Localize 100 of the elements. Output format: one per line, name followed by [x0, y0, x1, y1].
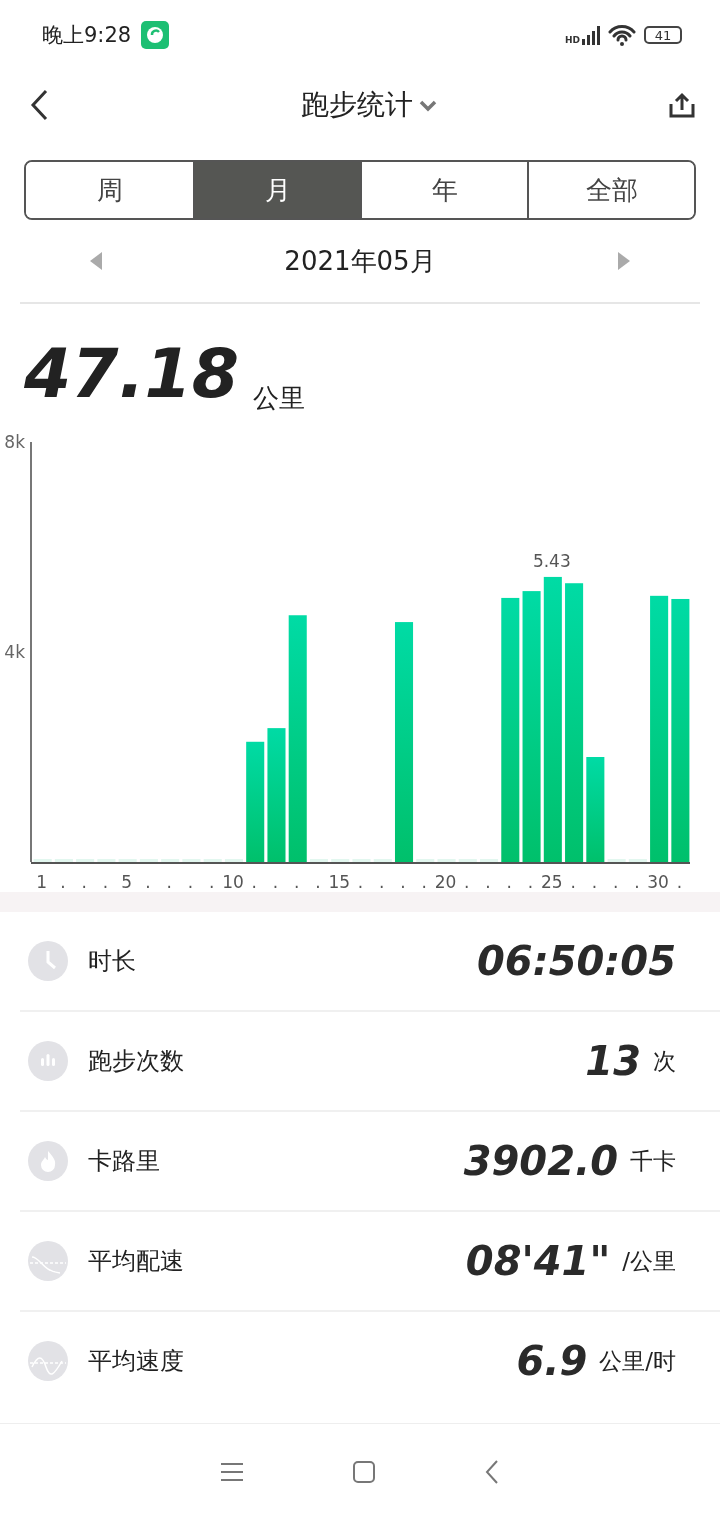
month-label: 2021年05月 — [284, 244, 436, 278]
status-time: 晚上9:28 — [42, 22, 132, 49]
stat-label: 时长 — [88, 946, 137, 977]
empty-day-bar — [33, 859, 52, 862]
network-type-label: HD — [565, 35, 580, 45]
empty-day-bar — [76, 859, 95, 862]
empty-day-bar — [607, 859, 626, 862]
bar[interactable] — [586, 757, 605, 862]
empty-day-bar — [224, 859, 243, 862]
stat-unit: /公里 — [622, 1246, 676, 1276]
period-tab[interactable]: 全部 — [527, 162, 694, 218]
x-tick-label: . — [464, 872, 470, 892]
x-tick-label: . — [294, 872, 300, 892]
bar[interactable] — [650, 595, 669, 862]
bar[interactable] — [543, 576, 562, 862]
bar[interactable] — [522, 591, 541, 862]
empty-day-bar — [437, 859, 456, 862]
x-tick-label: . — [357, 872, 364, 892]
x-tick-label: . — [400, 872, 406, 892]
period-tab[interactable]: 月 — [193, 162, 360, 218]
x-tick-label: 30 — [647, 872, 669, 892]
empty-day-bar — [161, 859, 180, 862]
stat-value: 6.9 — [516, 1338, 588, 1384]
x-tick-label: . — [612, 872, 619, 892]
stat-unit: 次 — [653, 1046, 676, 1076]
x-tick-label: . — [527, 872, 534, 892]
bar[interactable] — [501, 597, 520, 862]
x-tick-label: . — [485, 872, 491, 892]
x-tick-label: . — [187, 872, 194, 892]
bar[interactable] — [267, 728, 286, 862]
x-tick-label: . — [379, 872, 385, 892]
pace-graph-icon — [28, 1241, 68, 1281]
empty-day-bar — [480, 859, 499, 862]
distance-unit: 公里 — [253, 382, 306, 415]
empty-day-bar — [352, 859, 371, 862]
stat-unit: 公里/时 — [599, 1346, 676, 1376]
wifi-icon — [608, 23, 636, 47]
total-distance: 47.18 — [24, 340, 240, 408]
stat-value: 08'41" — [465, 1238, 611, 1284]
value-label: 5.43 — [532, 550, 571, 571]
stat-value: 3902.0 — [463, 1138, 618, 1184]
x-tick-label: 5 — [121, 872, 133, 892]
stat-label: 平均配速 — [88, 1246, 185, 1277]
x-tick-label: . — [60, 872, 66, 892]
x-tick-label: . — [591, 872, 598, 892]
x-tick-label: . — [209, 872, 215, 892]
x-tick-label: . — [570, 872, 576, 892]
bar[interactable] — [565, 583, 584, 862]
share-icon[interactable] — [668, 92, 696, 118]
menu-icon[interactable] — [221, 1462, 243, 1482]
stat-label: 平均速度 — [88, 1346, 185, 1377]
empty-day-bar — [97, 859, 116, 862]
next-icon[interactable] — [618, 252, 630, 270]
x-tick-label: . — [506, 872, 512, 892]
empty-day-bar — [139, 859, 158, 862]
bar[interactable] — [246, 741, 265, 862]
x-tick-label: 20 — [434, 872, 457, 892]
empty-day-bar — [628, 859, 647, 862]
bar-chart-icon — [28, 1041, 68, 1081]
x-tick-label: 1 — [36, 872, 48, 892]
empty-day-bar — [416, 859, 435, 862]
wave-graph-icon — [28, 1341, 68, 1381]
y-tick-label: 8k — [4, 432, 25, 452]
empty-day-bar — [203, 859, 222, 862]
back-nav-icon[interactable] — [485, 1460, 499, 1484]
empty-day-bar — [458, 859, 477, 862]
y-tick-label: 4k — [4, 642, 25, 662]
stat-value: 06:50:05 — [477, 938, 676, 984]
x-tick-label: . — [315, 872, 321, 892]
battery-icon: 41 — [644, 26, 682, 44]
app-notification-icon — [141, 21, 170, 49]
x-tick-label: . — [166, 872, 172, 892]
empty-day-bar — [54, 859, 73, 862]
bar[interactable] — [671, 599, 690, 862]
x-tick-label: . — [421, 872, 427, 892]
x-tick-label: 10 — [222, 872, 244, 892]
empty-day-bar — [309, 859, 328, 862]
stat-label: 卡路里 — [88, 1146, 161, 1177]
previous-icon[interactable] — [90, 252, 102, 270]
x-tick-label: . — [251, 872, 257, 892]
stat-value: 13 — [585, 1038, 641, 1084]
x-tick-label: 15 — [328, 872, 351, 892]
x-tick-label: . — [145, 872, 151, 892]
page-title: 跑步统计 — [301, 87, 413, 123]
x-tick-label: . — [634, 872, 640, 892]
empty-day-bar — [118, 859, 137, 862]
signal-icon — [582, 25, 600, 45]
bar[interactable] — [288, 615, 307, 862]
bar[interactable] — [395, 622, 414, 862]
dropdown-caret-icon[interactable] — [419, 98, 437, 112]
stat-label: 跑步次数 — [88, 1046, 185, 1077]
empty-day-bar — [331, 859, 350, 862]
x-tick-label: . — [102, 872, 109, 892]
x-tick-label: . — [676, 872, 683, 892]
clock-icon — [28, 941, 68, 981]
back-icon[interactable] — [30, 89, 50, 121]
home-icon[interactable] — [353, 1461, 375, 1483]
x-tick-label: . — [272, 872, 279, 892]
stat-unit: 千卡 — [630, 1146, 676, 1176]
empty-day-bar — [182, 859, 201, 862]
